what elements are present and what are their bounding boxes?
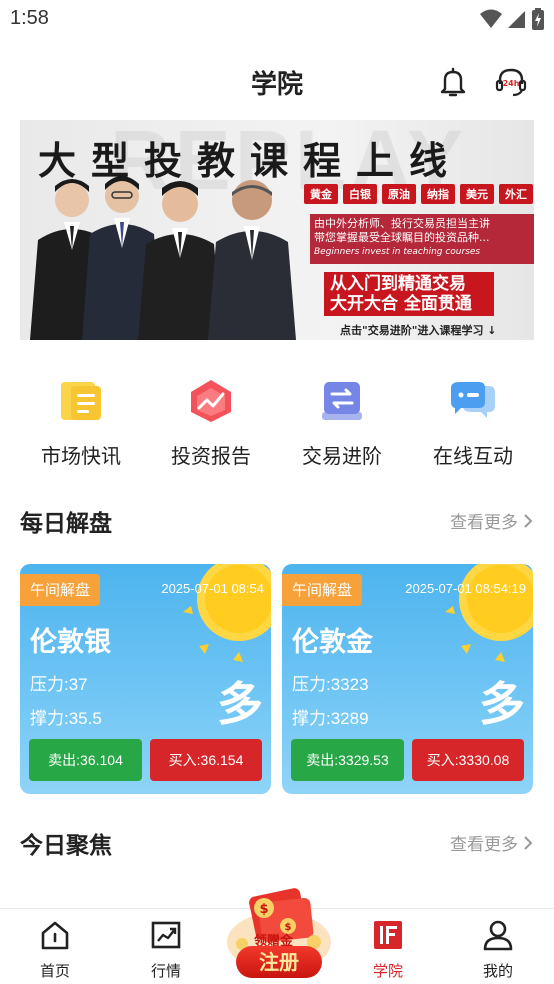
wifi-icon	[480, 9, 502, 28]
banner-slogan-line: 从入门到精通交易	[330, 274, 466, 294]
status-icons	[480, 8, 544, 30]
quick-item-advanced-trading[interactable]: 交易进阶	[277, 370, 407, 469]
card-timestamp: 2025-07-01 08:54	[161, 581, 264, 596]
daily-analysis-title: 每日解盘	[20, 511, 112, 537]
chevron-right-icon	[524, 835, 533, 850]
banner-tag: 原油	[382, 184, 416, 204]
status-time: 1:58	[10, 7, 49, 29]
register-label: 注册	[236, 946, 322, 978]
card-signal: 多	[217, 677, 263, 731]
header: 学院 24h	[0, 52, 554, 112]
buy-button[interactable]: 买入:3330.08	[412, 739, 524, 781]
tab-market[interactable]: 行情	[126, 919, 206, 981]
banner-cta: 点击"交易进阶"进入课程学习 ↓	[340, 324, 497, 337]
tab-label: 我的	[482, 962, 513, 980]
quick-menu: 市场快讯 投资报告 交易进阶 在线互动	[0, 370, 554, 470]
banner-headline: 大型投教课程上线	[38, 139, 463, 183]
quick-item-label: 投资报告	[171, 444, 251, 468]
buy-button[interactable]: 买入:36.154	[150, 739, 262, 781]
card-instrument-name: 伦敦银	[30, 627, 111, 658]
chat-icon	[451, 382, 495, 418]
banner-tag: 黄金	[304, 184, 338, 204]
market-card-gold[interactable]: 午间解盘 2025-07-01 08:54:19 伦敦金 压力:3323 撑力:…	[282, 564, 533, 794]
exchange-icon	[322, 382, 362, 420]
banner-desc-line: 由中外分析师、投行交易员担当主讲	[314, 217, 490, 230]
tab-label: 学院	[372, 962, 403, 980]
report-icon	[191, 380, 231, 422]
news-icon	[61, 382, 101, 420]
card-support: 撑力:35.5	[30, 709, 102, 728]
signal-icon	[508, 11, 525, 28]
sell-button[interactable]: 卖出:36.104	[29, 739, 142, 781]
quick-item-label: 市场快讯	[41, 444, 121, 468]
register-button[interactable]: $ $ 领赠金 注册	[222, 880, 336, 980]
page-title: 学院	[250, 70, 303, 100]
quick-item-market-news[interactable]: 市场快讯	[16, 370, 146, 469]
card-signal: 多	[479, 677, 525, 731]
quick-item-label: 交易进阶	[302, 444, 382, 468]
sell-button[interactable]: 卖出:3329.53	[291, 739, 404, 781]
focus-more-link[interactable]: 查看更多	[450, 830, 534, 855]
card-pressure: 压力:37	[30, 675, 88, 694]
banner-tags: 黄金 白银 原油 纳指 美元 外汇	[304, 184, 533, 204]
banner-slogan: 从入门到精通交易 大开大合 全面贯通	[324, 272, 494, 316]
quick-item-label: 在线互动	[433, 444, 513, 468]
banner-tag: 白银	[343, 184, 377, 204]
tab-label: 行情	[150, 962, 181, 980]
quick-item-investment-report[interactable]: 投资报告	[146, 370, 276, 469]
chevron-right-icon	[524, 513, 533, 528]
customer-service-icon[interactable]: 24h	[494, 66, 528, 98]
academy-icon	[374, 921, 402, 949]
battery-icon	[532, 8, 544, 30]
bell-icon[interactable]	[437, 66, 469, 98]
banner-slogan-line: 大开大合 全面贯通	[330, 294, 472, 314]
market-card-silver[interactable]: 午间解盘 2025-07-01 08:54 伦敦银 压力:37 撑力:35.5 …	[20, 564, 271, 794]
chart-icon	[151, 921, 181, 949]
quick-item-online-chat[interactable]: 在线互动	[408, 370, 538, 469]
card-tag: 午间解盘	[282, 574, 363, 606]
status-bar: 1:58	[0, 0, 554, 38]
instructors-illustration	[30, 176, 296, 340]
banner-desc-english: Beginners invest in teaching courses	[314, 247, 481, 257]
banner-description: 由中外分析师、投行交易员担当主讲 带您掌握最受全球瞩目的投资品种... Begi…	[310, 214, 534, 264]
banner-desc-line: 带您掌握最受全球瞩目的投资品种...	[314, 231, 490, 244]
card-support: 撑力:3289	[292, 709, 369, 728]
promo-banner[interactable]: REPLAY 大型投教课程上线 黄金 白银 原油 纳指 美元 外汇 由中外分析师…	[20, 120, 534, 340]
user-icon	[483, 920, 513, 951]
tab-profile[interactable]: 我的	[458, 919, 538, 981]
card-timestamp: 2025-07-01 08:54:19	[405, 581, 526, 596]
card-tag: 午间解盘	[20, 574, 101, 606]
tab-academy[interactable]: 学院	[348, 919, 428, 981]
svg-text:$: $	[259, 902, 268, 917]
banner-tag: 外汇	[499, 184, 533, 204]
svg-text:24h: 24h	[503, 79, 520, 88]
tab-home[interactable]: 首页	[15, 919, 95, 981]
tab-label: 首页	[39, 962, 70, 980]
card-pressure: 压力:3323	[292, 675, 369, 694]
more-link-label: 查看更多	[450, 513, 518, 533]
today-focus-title: 今日聚焦	[20, 833, 112, 859]
banner-tag: 美元	[460, 184, 494, 204]
home-icon	[41, 921, 69, 950]
more-link-label: 查看更多	[450, 835, 518, 855]
daily-more-link[interactable]: 查看更多	[450, 508, 534, 533]
banner-tag: 纳指	[421, 184, 455, 204]
card-instrument-name: 伦敦金	[292, 627, 373, 658]
